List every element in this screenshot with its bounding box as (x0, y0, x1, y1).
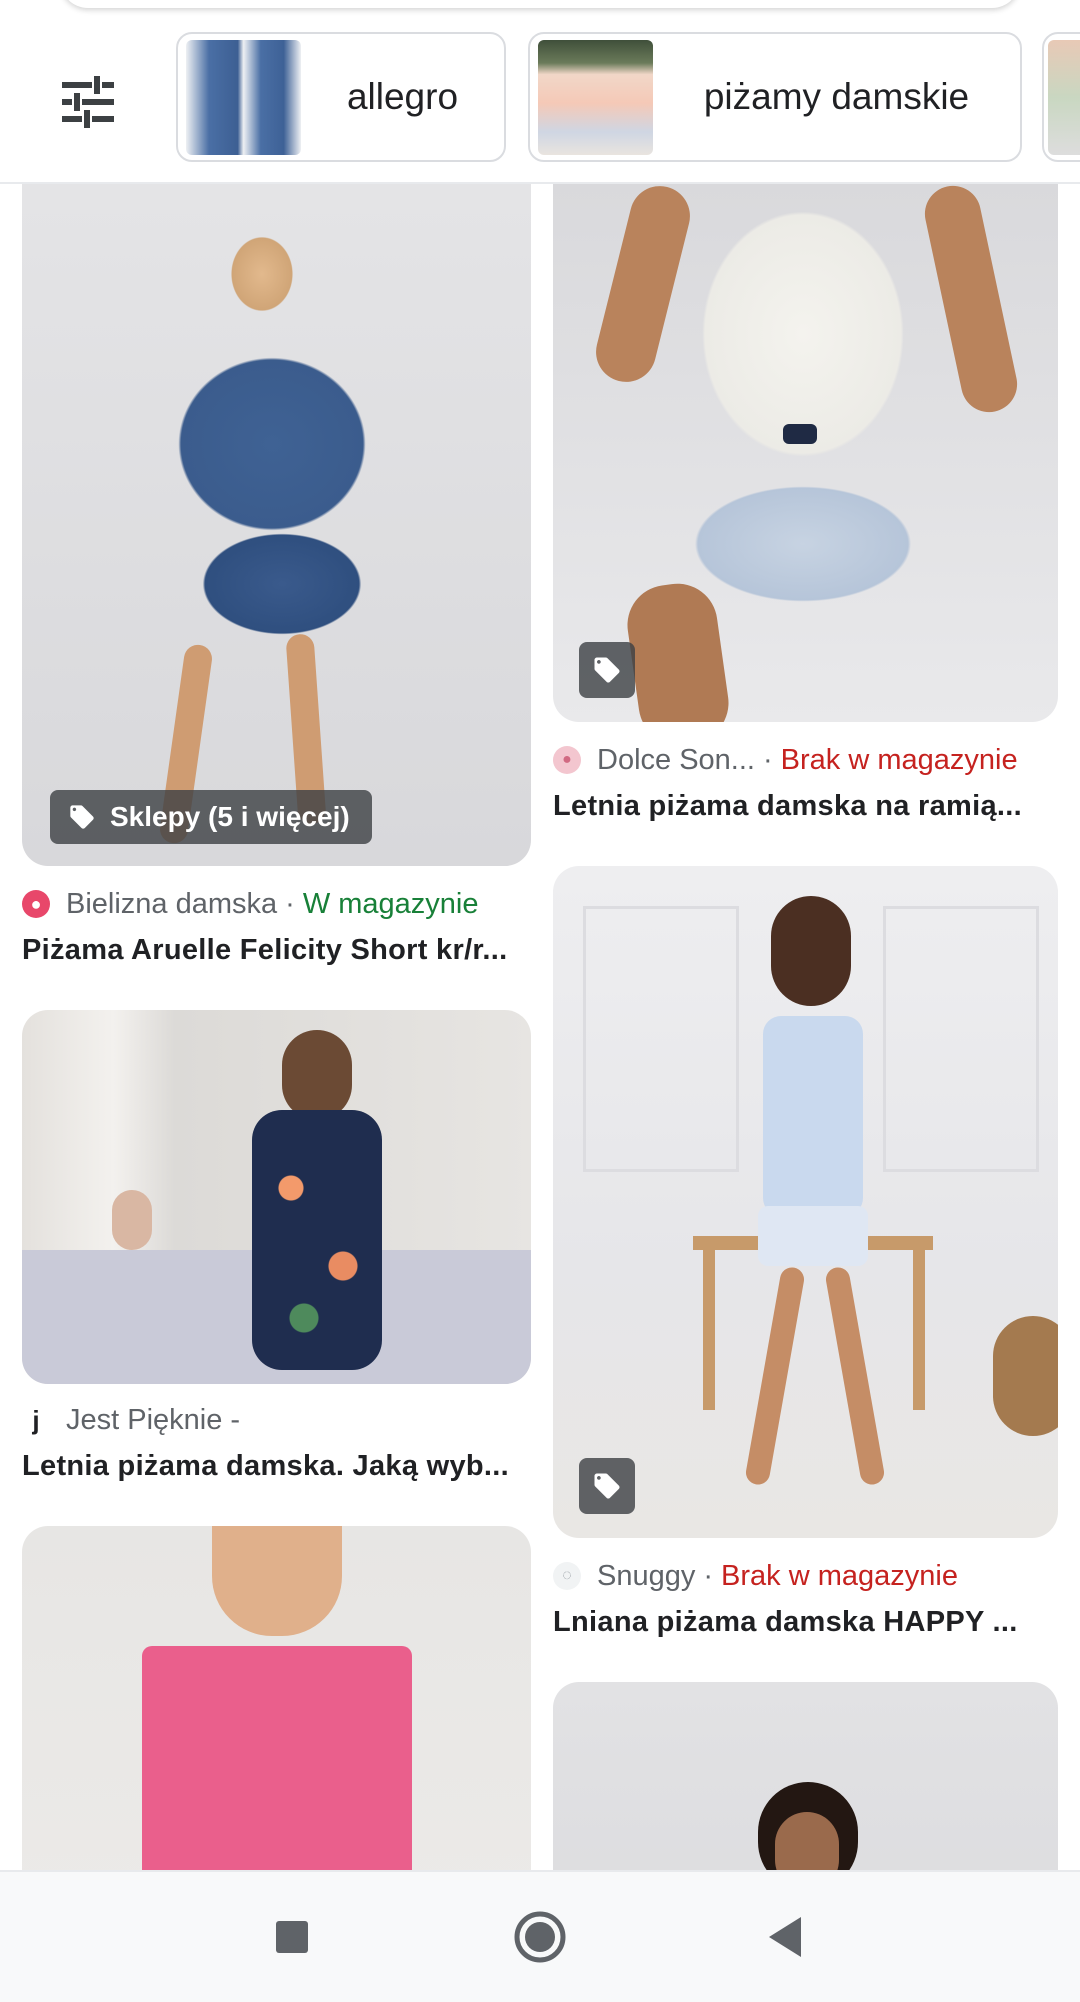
search-bar[interactable] (60, 0, 1020, 8)
source-name: Bielizna damska (66, 887, 278, 920)
source-favicon-icon: ● (22, 890, 50, 918)
home-icon (514, 1911, 566, 1963)
product-title[interactable]: Lniana piżama damska HAPPY ... (553, 1606, 1048, 1639)
card-source: j Jest Pięknie - (22, 1400, 240, 1440)
shopping-tag-button[interactable] (579, 1458, 635, 1514)
product-image[interactable] (22, 1010, 531, 1384)
home-button[interactable] (500, 1902, 580, 1972)
chip-partial[interactable] (1042, 32, 1080, 162)
product-title[interactable]: Letnia piżama damska. Jaką wyb... (22, 1450, 517, 1483)
product-image[interactable]: Sklepy (5 i więcej) (22, 184, 531, 866)
system-navigation-bar (0, 1870, 1080, 2002)
chip-label: allegro (346, 76, 459, 117)
source-name: Snuggy (597, 1559, 696, 1592)
stock-status: Brak w magazynie (721, 1559, 958, 1592)
product-image[interactable] (553, 184, 1058, 722)
card-source: ● Bielizna damska · W magazynie (22, 884, 479, 924)
stock-status: W magazynie (302, 887, 479, 920)
product-title[interactable]: Piżama Aruelle Felicity Short kr/r... (22, 934, 517, 967)
separator: · (703, 1559, 714, 1592)
back-icon (769, 1917, 801, 1957)
chip-thumbnail (186, 39, 301, 155)
stock-status: Brak w magazynie (780, 743, 1018, 776)
card-source: ◌ Snuggy · Brak w magazynie (553, 1556, 958, 1596)
source-name: Dolce Son... (597, 743, 755, 776)
chip-thumbnail (1048, 39, 1080, 155)
source-favicon-icon: ● (553, 746, 581, 774)
recents-button[interactable] (252, 1902, 332, 1972)
tag-icon (70, 805, 94, 829)
chip-thumbnail (538, 39, 653, 155)
shops-badge-label: Sklepy (5 i więcej) (110, 801, 350, 832)
filter-button[interactable] (40, 54, 136, 150)
card-source: ● Dolce Son... · Brak w magazynie (553, 740, 1018, 780)
product-image[interactable] (553, 866, 1058, 1538)
filter-chip-row: allegro piżamy damskie (0, 18, 1080, 168)
product-title[interactable]: Letnia piżama damska na ramią... (553, 790, 1048, 823)
tag-icon (594, 657, 620, 683)
chip-allegro[interactable]: allegro (176, 32, 506, 162)
recents-icon (276, 1921, 308, 1953)
separator: · (762, 743, 773, 776)
tag-icon (594, 1473, 620, 1499)
tune-icon (62, 76, 114, 128)
chip-pizamy-damskie[interactable]: piżamy damskie (528, 32, 1022, 162)
shops-badge[interactable]: Sklepy (5 i więcej) (50, 790, 372, 844)
chip-label: piżamy damskie (703, 76, 970, 117)
shopping-tag-button[interactable] (579, 642, 635, 698)
separator: · (285, 887, 295, 920)
source-name: Jest Pięknie - (66, 1403, 241, 1436)
source-favicon-icon: ◌ (553, 1562, 581, 1590)
source-favicon-icon: j (32, 1404, 40, 1435)
product-image[interactable] (22, 1526, 531, 1926)
back-button[interactable] (745, 1902, 825, 1972)
